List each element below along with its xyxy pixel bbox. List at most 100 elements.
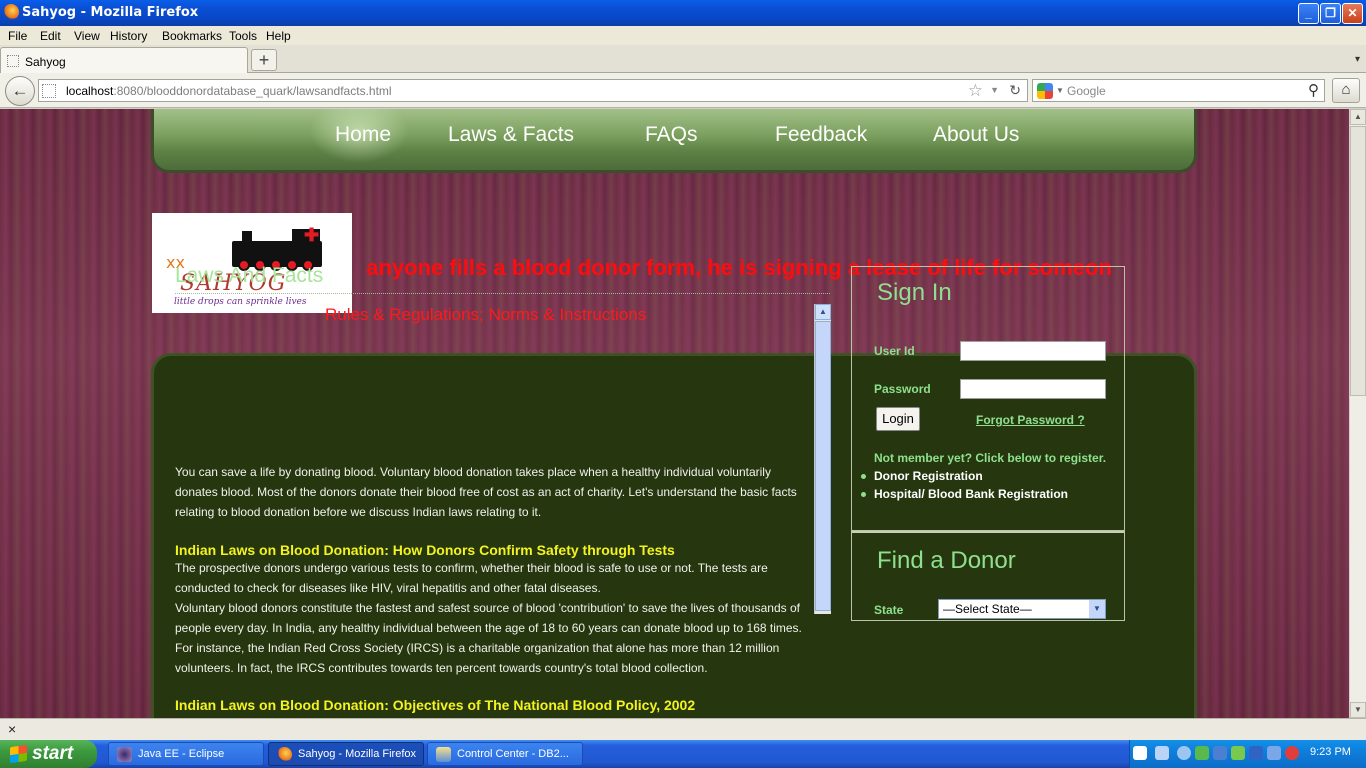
tray-app-icon[interactable] [1267,746,1281,760]
windows-taskbar: start Java EE - Eclipse Sahyog - Mozilla… [0,740,1366,768]
tray-app-icon[interactable] [1195,746,1209,760]
firefox-logo-icon [3,4,19,20]
back-arrow-icon[interactable] [1177,746,1191,760]
donor-registration-link[interactable]: Donor Registration [861,469,983,483]
article-intro: You can save a life by donating blood. V… [175,465,797,519]
scroll-up-arrow-icon[interactable]: ▲ [815,304,831,320]
site-identity-icon[interactable] [42,84,56,98]
search-placeholder: Google [1067,84,1106,98]
help-icon[interactable] [1133,746,1147,760]
tray-app-icon[interactable] [1213,746,1227,760]
tray-app-icon[interactable] [1231,746,1245,760]
page-favicon-icon [7,55,19,67]
task-label: Java EE - Eclipse [138,748,225,760]
tray-app-icon[interactable] [1249,746,1263,760]
user-id-label: User Id [874,344,915,358]
login-button[interactable]: Login [876,407,920,431]
close-button[interactable]: ✕ [1342,3,1363,24]
menu-help[interactable]: Help [266,29,291,43]
section-title: Laws And Facts [175,264,324,287]
maximize-button[interactable]: ❐ [1320,3,1341,24]
user-id-input[interactable] [960,341,1106,361]
bookmark-star-icon[interactable]: ☆ [968,81,983,101]
firefox-icon [277,747,292,762]
antivirus-shield-icon[interactable] [1285,746,1299,760]
nav-laws-facts[interactable]: Laws & Facts [448,123,574,147]
window-titlebar: Sahyog - Mozilla Firefox _ ❐ ✕ [0,0,1366,26]
state-label: State [874,603,904,617]
page-scrollbar[interactable]: ▲ ▼ [1349,109,1366,718]
url-history-dropdown-icon[interactable]: ▼ [990,85,999,95]
back-button[interactable]: ← [5,76,35,106]
page-scrollbar-thumb[interactable] [1350,126,1366,396]
page-scroll-up-icon[interactable]: ▲ [1350,109,1366,125]
nav-faqs[interactable]: FAQs [645,123,698,147]
nav-feedback[interactable]: Feedback [775,123,867,147]
article-subtitle: Rules & Regulations; Norms & Instruction… [325,305,647,324]
scrollbar-thumb[interactable] [815,321,831,611]
not-member-text: Not member yet? Click below to register. [874,451,1107,465]
window-title: Sahyog - Mozilla Firefox [22,5,199,20]
task-db2-control-center[interactable]: Control Center - DB2... [427,742,583,766]
nav-home[interactable]: Home [335,123,391,147]
start-button[interactable]: start [0,740,97,768]
menu-edit[interactable]: Edit [40,29,61,43]
task-label: Control Center - DB2... [457,748,569,760]
article-paragraph-2: Voluntary blood donors constitute the fa… [175,601,802,675]
site-navigation: Home Laws & Facts FAQs Feedback About Us [151,109,1197,173]
clock: 9:23 PM [1310,746,1351,758]
menu-bookmarks[interactable]: Bookmarks [162,29,222,43]
close-addon-bar-icon[interactable]: × [8,721,16,737]
reload-icon[interactable]: ↻ [1009,82,1021,99]
select-dropdown-icon[interactable]: ▼ [1089,600,1105,618]
task-firefox[interactable]: Sahyog - Mozilla Firefox [268,742,424,766]
menu-file[interactable]: File [8,29,27,43]
state-select[interactable]: —Select State— ▼ [938,599,1106,619]
article-paragraph-1: The prospective donors undergo various t… [175,561,768,595]
red-cross-icon: ✚ [304,225,320,245]
article-heading-1: Indian Laws on Blood Donation: How Donor… [175,542,675,558]
engine-dropdown-icon[interactable]: ▼ [1056,86,1064,95]
new-tab-button[interactable]: + [251,49,277,71]
sahyog-logo[interactable]: ⅹⅹ ✚ SAHYOG little drops can sprinkle li… [152,213,352,313]
google-engine-icon[interactable] [1037,83,1053,99]
hospital-registration-link[interactable]: Hospital/ Blood Bank Registration [860,487,1068,501]
addon-bar: × [0,718,1366,740]
list-all-tabs-icon[interactable]: ▾ [1355,54,1360,65]
url-bar[interactable]: localhost:8080/blooddonordatabase_quark/… [38,79,1028,102]
menubar: File Edit View History Bookmarks Tools H… [0,26,1366,45]
db2-icon [436,747,451,762]
search-bar[interactable]: ▼ Google ⚲ [1032,79,1325,102]
menu-history[interactable]: History [110,29,147,43]
tab-sahyog[interactable]: Sahyog [0,47,248,73]
minimize-button[interactable]: _ [1298,3,1319,24]
windows-flag-icon [10,744,27,764]
home-button[interactable]: ⌂ [1332,78,1360,103]
tab-label: Sahyog [25,55,66,69]
navigation-toolbar: ← localhost:8080/blooddonordatabase_quar… [0,73,1366,108]
signin-box: Sign In User Id Password Login Forgot Pa… [851,266,1125,531]
state-select-value: —Select State— [943,602,1032,616]
password-input[interactable] [960,379,1106,399]
page-scroll-down-icon[interactable]: ▼ [1350,702,1366,718]
nav-about-us[interactable]: About Us [933,123,1019,147]
eclipse-icon [117,747,132,762]
article-heading-2: Indian Laws on Blood Donation: Objective… [175,697,696,713]
task-eclipse[interactable]: Java EE - Eclipse [108,742,264,766]
article-scrollbar[interactable]: ▲ [814,304,831,614]
menu-tools[interactable]: Tools [229,29,257,43]
start-label: start [32,743,74,764]
article-scroll-area[interactable]: Rules & Regulations; Norms & Instruction… [175,305,815,713]
system-tray: 9:23 PM [1129,740,1366,768]
signin-title: Sign In [877,279,952,306]
menu-view[interactable]: View [74,29,100,43]
find-donor-title: Find a Donor [877,547,1016,574]
password-label: Password [874,382,931,396]
tab-bar: Sahyog + ▾ [0,45,1366,73]
task-label: Sahyog - Mozilla Firefox [298,748,416,760]
network-icon[interactable] [1155,746,1169,760]
search-magnifier-icon[interactable]: ⚲ [1308,81,1319,99]
forgot-password-link[interactable]: Forgot Password ? [976,413,1085,427]
find-donor-box: Find a Donor State —Select State— ▼ [851,531,1125,621]
section-divider [175,293,830,294]
